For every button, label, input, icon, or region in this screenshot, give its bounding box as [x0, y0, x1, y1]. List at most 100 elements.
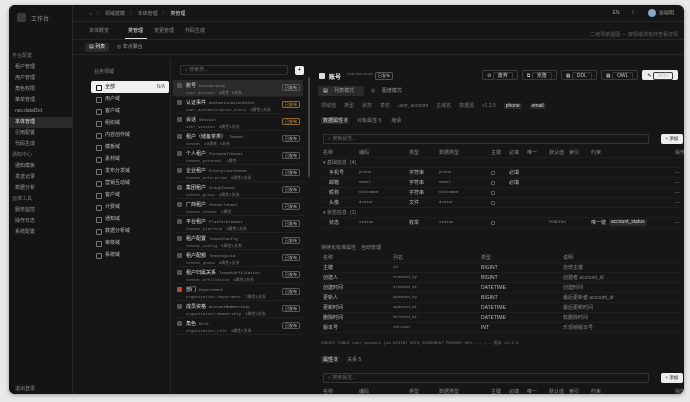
- domain-item[interactable]: 审核域: [91, 237, 169, 249]
- class-list-item[interactable]: 集团租户 GroupTenant tenant_group 3属性1关系 已发布: [173, 182, 303, 199]
- table-row[interactable]: 昵称 nickname 字符串 nickname ⋯: [321, 188, 683, 198]
- class-list-item[interactable]: 租户（储备茶类） Tenant tenant 10属性 5关系 已发布: [173, 131, 303, 148]
- clone-button[interactable]: ⧉ 克隆: [521, 70, 557, 80]
- sidebar-item[interactable]: nav.dataDict: [9, 106, 73, 117]
- domain-item[interactable]: 发布分发域: [91, 165, 169, 177]
- cell-uniq: 必填: [509, 170, 520, 176]
- user-menu[interactable]: 张晓明: [647, 9, 674, 17]
- class-list-item[interactable]: 个人租户 PersonalTenant tenant_personal 1属性 已发布: [173, 148, 303, 165]
- primary-key-checkbox[interactable]: [491, 201, 495, 205]
- ddl-button[interactable]: ▦ DDL: [560, 70, 597, 80]
- group-row[interactable]: ▾ 基础信息 (4): [321, 158, 683, 168]
- sidebar-item[interactable]: 用户管理: [9, 73, 73, 84]
- add-property-button[interactable]: + 添加: [661, 134, 683, 144]
- domain-item[interactable]: 模板域: [91, 141, 169, 153]
- graph-mode-tab[interactable]: ◎ 图谱模式: [366, 86, 412, 96]
- sidebar-item[interactable]: 角色权限: [9, 84, 73, 95]
- group-row[interactable]: ▾ 状态信息 (1): [321, 208, 683, 218]
- sidebar-item[interactable]: 通知模板: [9, 161, 73, 172]
- class-list-item[interactable]: 账号 UserAccount user_account 6属性 5关系 已发布: [173, 80, 303, 97]
- property-search-input[interactable]: ⌕ 搜索属性...: [323, 134, 649, 144]
- class-list-item[interactable]: 会话 Session user_session 3属性1关系 已发布: [173, 114, 303, 131]
- tab-properties[interactable]: 属性 8: [321, 356, 340, 363]
- class-name-text: 成员资格: [186, 304, 207, 310]
- class-list-item[interactable]: 角色 Role organization_role 4属性1关系 已发布: [173, 318, 303, 335]
- class-name: 租户配置 TenantConfig: [186, 235, 238, 242]
- primary-key-checkbox[interactable]: [491, 171, 495, 175]
- class-stats: 7属性2关系: [245, 296, 267, 300]
- sidebar-item[interactable]: 服务监控: [9, 205, 73, 216]
- home-icon[interactable]: ⌂: [89, 11, 92, 17]
- domain-item[interactable]: 客户域: [91, 105, 169, 117]
- table-row[interactable]: 邮箱 email 字符串 email 必填 ⋯: [321, 178, 683, 188]
- breadcrumb-item[interactable]: 领域建模: [105, 11, 125, 17]
- sidebar-item[interactable]: 发送记录: [9, 172, 73, 183]
- class-list-item[interactable]: 成员资格 AccountMembership organization_member…: [173, 301, 303, 318]
- edit-icon[interactable]: ⋯: [675, 198, 680, 208]
- domain-item[interactable]: 营销互动域: [91, 177, 169, 189]
- tab-object-properties[interactable]: 对象属性 5: [355, 117, 383, 124]
- property-search-input-secondary[interactable]: ⌕ 搜索属性...: [323, 373, 649, 383]
- sidebar-item[interactable]: 数据分析: [9, 183, 73, 194]
- table-row[interactable]: 头像 avatar 文件 avatar ⋯: [321, 198, 683, 208]
- logout-button[interactable]: 退出登录: [15, 385, 35, 392]
- list-view-button[interactable]: ▤ 列表: [85, 43, 110, 52]
- table-row[interactable]: 状态 status 枚举 status PENDING 唯一键 account_status…: [321, 218, 683, 228]
- tab-overview[interactable]: 本体概览: [89, 27, 109, 34]
- tab-class-management[interactable]: 类管理: [128, 27, 143, 34]
- tab-data-properties[interactable]: 数据属性 8: [321, 117, 350, 124]
- table-row[interactable]: 手机号 phone 字符串 phone 必填 ⋯: [321, 168, 683, 178]
- class-list-item[interactable]: 平台租户 PlatformTenant tenant_platform 3属性1关系已…: [173, 216, 303, 233]
- sidebar-item[interactable]: 引用配置: [9, 128, 73, 139]
- tab-inheritance[interactable]: 继承: [389, 117, 403, 124]
- class-list-item[interactable]: 租户配额 TenantQuota tenant_quota 6属性1关系 已发布: [173, 250, 303, 267]
- add-property-button-secondary[interactable]: + 添加: [661, 373, 683, 383]
- domain-item[interactable]: 数据分析域: [91, 225, 169, 237]
- deprecate-button[interactable]: ⊘ 废弃: [482, 70, 518, 80]
- sidebar-item[interactable]: 操作日志: [9, 216, 73, 227]
- class-list-item[interactable]: 租户归属关系 TenantAffiliation tenant_affiliatio…: [173, 267, 303, 284]
- breadcrumb-item[interactable]: 本体管理: [138, 11, 158, 17]
- edit-icon[interactable]: ⋯: [675, 168, 680, 178]
- class-list-item[interactable]: 认证事件 AuthenticationEvent user_authenticati…: [173, 97, 303, 114]
- class-list-scrollbar[interactable]: [308, 77, 310, 177]
- domain-item[interactable]: 计费域: [91, 201, 169, 213]
- primary-key-checkbox[interactable]: [491, 221, 495, 225]
- primary-key-checkbox[interactable]: [491, 181, 495, 185]
- sidebar-item[interactable]: 租户管理: [9, 62, 73, 73]
- avatar: [647, 9, 656, 17]
- graph-view-button[interactable]: ◎ 非点聚合: [113, 43, 147, 52]
- edit-icon[interactable]: ⋯: [675, 188, 680, 198]
- add-class-button[interactable]: +: [295, 66, 304, 75]
- class-search-input[interactable]: ⌕ 搜索类...: [180, 65, 288, 75]
- sidebar-item[interactable]: 系统配置: [9, 227, 73, 238]
- language-switch[interactable]: EN: [613, 10, 620, 16]
- edit-icon[interactable]: ⋯: [675, 178, 680, 188]
- primary-key-checkbox[interactable]: [491, 191, 495, 195]
- class-list-item[interactable]: 企业租户 EnterpriseTenant tenant_enterprise 9属性…: [173, 165, 303, 182]
- domain-item[interactable]: 通知域: [91, 213, 169, 225]
- domain-item[interactable]: 组织域: [91, 117, 169, 129]
- domain-item[interactable]: 客户域: [91, 189, 169, 201]
- sidebar-item[interactable]: 代码生成: [9, 139, 73, 150]
- class-list-item[interactable]: 租户配置 TenantConfig tenant_config 5属性1关系 已发布: [173, 233, 303, 250]
- sidebar-item[interactable]: 菜单管理: [9, 95, 73, 106]
- owl-button[interactable]: ▦ OWL: [600, 70, 639, 80]
- edit-button[interactable]: ✎ 编辑: [642, 70, 678, 80]
- domain-item[interactable]: 用户域: [91, 93, 169, 105]
- domain-item[interactable]: 全部 N/A: [91, 81, 169, 93]
- theme-toggle-icon[interactable]: ☾: [632, 10, 636, 16]
- sidebar-item[interactable]: 本体管理: [9, 117, 73, 128]
- tab-relations[interactable]: 关系 5: [345, 356, 363, 363]
- tab-change-management[interactable]: 变更管理: [154, 27, 174, 34]
- edit-icon[interactable]: ⋯: [675, 218, 680, 228]
- status-badge: 已发布: [282, 237, 300, 244]
- domain-item[interactable]: 素材域: [91, 153, 169, 165]
- class-list-item[interactable]: 厂商租户 VendorTenant tenant_vendor 5属性 已发布: [173, 199, 303, 216]
- list-mode-tab[interactable]: ▤ 列表模式: [318, 86, 365, 96]
- tab-code-gen[interactable]: 代码生成: [185, 27, 205, 34]
- domain-item[interactable]: 系统域: [91, 249, 169, 261]
- class-list-item[interactable]: 部门 Department organization_department 7属性2关…: [173, 284, 303, 301]
- class-icon: [177, 219, 182, 224]
- domain-item[interactable]: 内容创作域: [91, 129, 169, 141]
